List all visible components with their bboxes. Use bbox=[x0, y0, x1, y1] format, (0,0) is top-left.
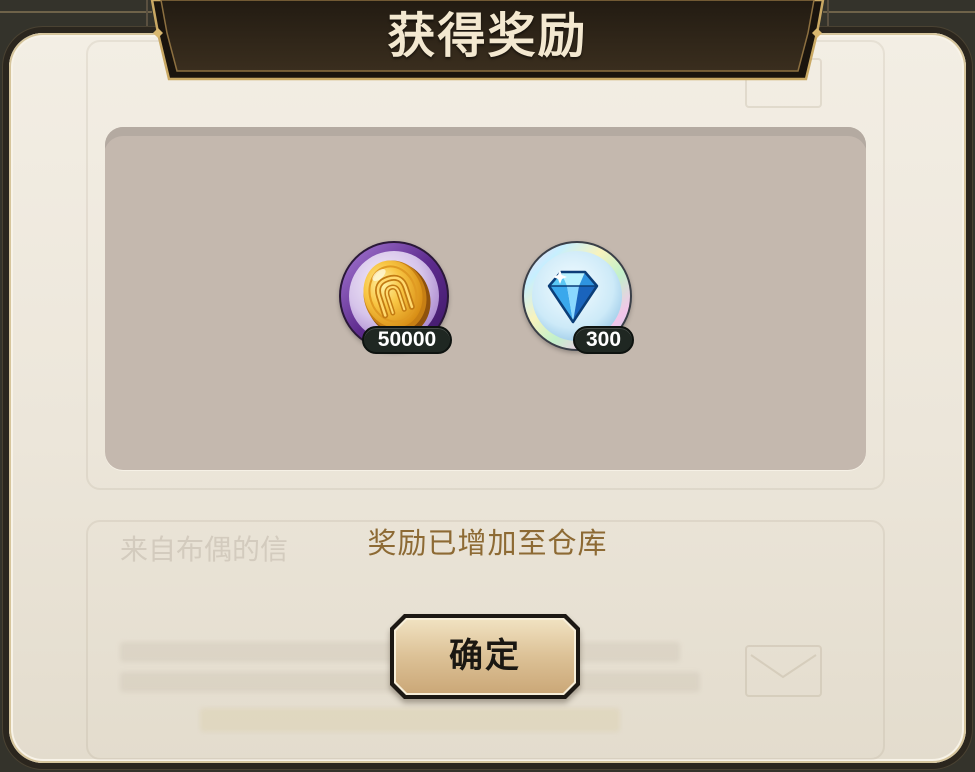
confirm-button[interactable]: 确定 bbox=[390, 614, 580, 699]
reward-list: 50000 300 bbox=[105, 127, 866, 470]
reward-quantity-badge: 50000 bbox=[362, 326, 452, 354]
dialog-title: 获得奖励 bbox=[387, 8, 588, 64]
background-mail-text-line bbox=[200, 708, 620, 732]
reward-item-gold-coin[interactable]: 50000 bbox=[338, 240, 458, 360]
reward-added-message: 奖励已增加至仓库 bbox=[367, 526, 608, 560]
reward-dialog: 来自布偶的信 50000 300 奖励已增加至仓库 确定 bbox=[3, 27, 972, 769]
reward-quantity-badge: 300 bbox=[573, 326, 634, 354]
confirm-button-label: 确定 bbox=[449, 636, 521, 676]
reward-dialog-panel: 来自布偶的信 50000 300 奖励已增加至仓库 确定 bbox=[9, 33, 966, 763]
envelope-icon bbox=[745, 645, 822, 697]
reward-item-diamond[interactable]: 300 bbox=[521, 240, 641, 360]
envelope-flap bbox=[750, 654, 817, 679]
